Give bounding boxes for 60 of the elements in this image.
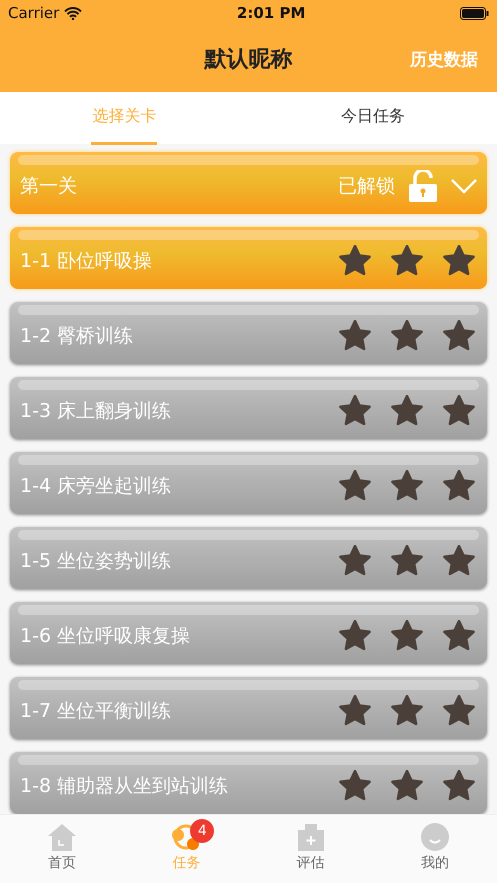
profile-icon [420, 823, 450, 851]
history-data-link[interactable]: 历史数据 [410, 48, 478, 70]
star-icon [389, 244, 425, 278]
notification-badge: 4 [190, 819, 214, 843]
star-icon [389, 619, 425, 653]
tab-bar-item[interactable]: 任务 [172, 854, 200, 872]
star-icon [337, 544, 373, 578]
level-row[interactable]: 1-4 床旁坐起训练 [10, 452, 487, 514]
level-title: 1-1 卧位呼吸操 [20, 249, 154, 274]
tab-bar-item[interactable]: 首页 [48, 854, 76, 872]
tab-bar-item[interactable]: 评估 [296, 854, 325, 872]
level-title: 1-5 坐位姿势训练 [20, 549, 172, 574]
star-icon [441, 619, 477, 653]
level-title: 1-2 臀桥训练 [20, 324, 134, 349]
star-icon [337, 694, 373, 728]
unlock-status: 已解锁 [338, 174, 395, 199]
star-icon [389, 469, 425, 503]
star-icon [441, 394, 477, 428]
star-icon [441, 544, 477, 578]
star-icon [441, 769, 477, 803]
level-section-header[interactable]: 第一关 已解锁 [10, 152, 487, 214]
wifi-icon [64, 6, 82, 20]
level-row[interactable]: 1-3 床上翻身训练 [10, 377, 487, 439]
star-icon [441, 244, 477, 278]
nav-title: 默认昵称 [204, 46, 292, 74]
tab-bar-item[interactable]: 我的 [420, 854, 449, 872]
level-row[interactable]: 1-6 坐位呼吸康复操 [10, 602, 487, 664]
level-title: 1-3 床上翻身训练 [20, 399, 172, 424]
star-icon [337, 619, 373, 653]
star-icon [337, 244, 373, 278]
star-icon [441, 694, 477, 728]
level-title: 1-6 坐位呼吸康复操 [20, 624, 192, 649]
star-icon [337, 469, 373, 503]
star-icon [441, 469, 477, 503]
star-icon [389, 694, 425, 728]
star-icon [389, 394, 425, 428]
carrier-label: Carrier [8, 4, 60, 22]
level-title: 1-7 坐位平衡训练 [20, 699, 172, 724]
star-icon [441, 319, 477, 353]
level-row[interactable]: 1-2 臀桥训练 [10, 302, 487, 364]
battery-icon [460, 6, 489, 20]
chevron-icon[interactable] [451, 178, 477, 194]
star-icon [389, 544, 425, 578]
level-row[interactable]: 1-7 坐位平衡训练 [10, 677, 487, 739]
level-title: 1-8 辅助器从坐到站训练 [20, 774, 230, 799]
level-row[interactable]: 1-5 坐位姿势训练 [10, 527, 487, 589]
status-time: 2:01 PM [236, 4, 306, 22]
section-title: 第一关 [20, 174, 78, 199]
segment-tab[interactable]: 选择关卡 [91, 92, 158, 145]
home-icon [47, 823, 78, 851]
level-title: 1-4 床旁坐起训练 [20, 474, 172, 499]
level-row[interactable]: 1-1 卧位呼吸操 [10, 227, 487, 289]
star-icon [337, 319, 373, 353]
star-icon [389, 319, 425, 353]
star-icon [337, 394, 373, 428]
level-row[interactable]: 1-8 辅助器从坐到站训练 [10, 752, 487, 814]
segment-tab[interactable]: 今日任务 [340, 92, 405, 145]
star-icon [337, 769, 373, 803]
star-icon [389, 769, 425, 803]
medical-kit-icon [296, 823, 326, 851]
